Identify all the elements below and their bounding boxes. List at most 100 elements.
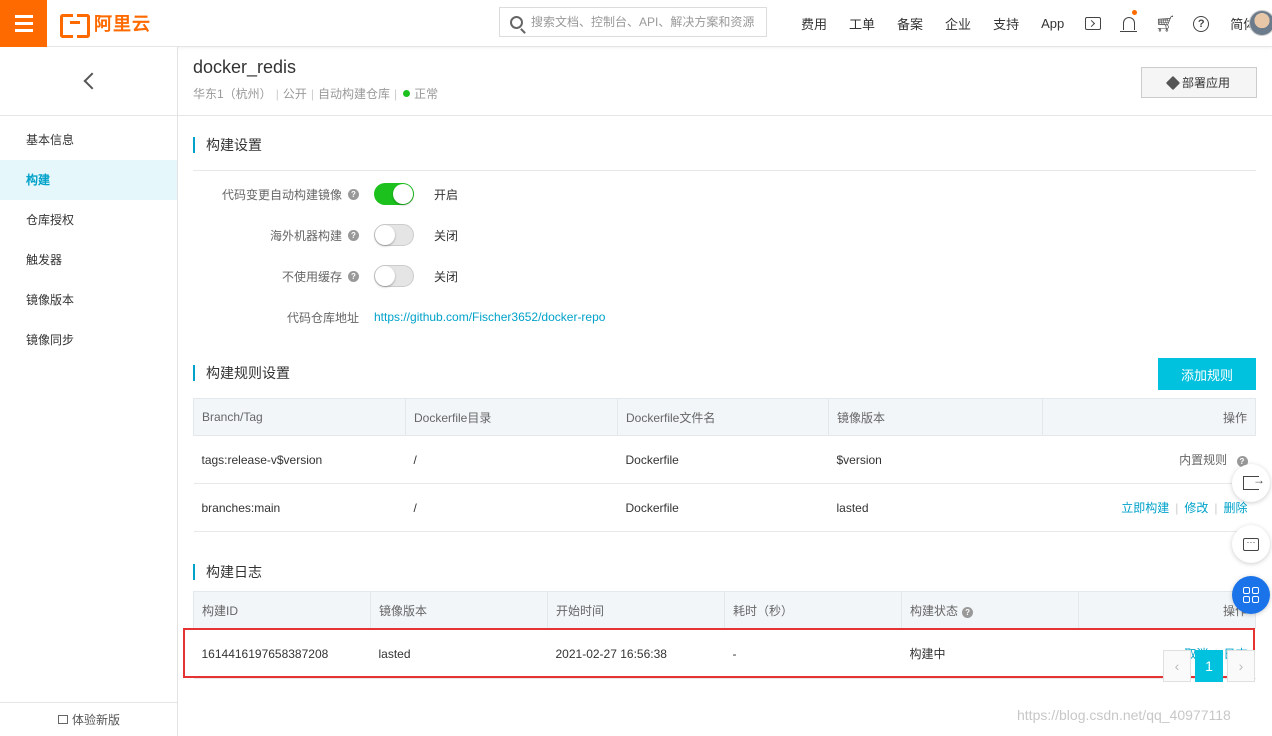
repo-region: 华东1（杭州） [193,87,272,101]
column-header: 镜像版本 [370,591,548,629]
overseas-build-toggle[interactable] [374,224,414,246]
back-button[interactable] [0,47,177,116]
question-icon[interactable]: ? [348,270,359,282]
overseas-build-row: 海外机器构建? 关闭 [193,223,458,247]
brand-logo[interactable]: 阿里云 [60,11,151,38]
rule-dir: / [405,435,618,484]
repo-url-row: 代码仓库地址 https://github.com/Fischer3652/do… [193,305,605,329]
column-header: Dockerfile目录 [405,398,618,436]
sidebar-item-basic-info[interactable]: 基本信息 [0,120,177,160]
notifications-button[interactable] [1111,0,1147,47]
menu-icon [14,15,33,18]
avatar[interactable] [1249,10,1272,36]
highlight-box [183,628,1255,678]
sidebar-item-triggers[interactable]: 触发器 [0,240,177,280]
repo-url-label: 代码仓库地址 [286,310,359,325]
column-header: 操作 [1042,398,1256,436]
column-header: 开始时间 [547,591,725,629]
add-rule-button[interactable]: 添加规则 [1158,358,1256,390]
search-input[interactable] [531,15,756,29]
build-log-title: 构建日志 [193,564,262,580]
column-header: 构建ID [193,591,371,629]
deploy-app-button[interactable]: 部署应用 [1141,67,1257,98]
question-icon[interactable]: ? [962,606,974,618]
nav-support[interactable]: 支持 [982,14,1030,33]
no-cache-toggle[interactable] [374,265,414,287]
page-button[interactable]: 1 [1195,650,1223,682]
chat-icon: ··· [1243,537,1259,551]
next-page-button[interactable]: › [1227,650,1255,682]
nav-app[interactable]: App [1030,16,1075,31]
rule-branch: tags:release-v$version [193,435,406,484]
column-header: 构建状态? [901,591,1079,629]
repo-meta: 华东1（杭州） | 公开 | 自动构建仓库 | 正常 [193,86,439,102]
edit-link[interactable]: 修改 [1184,501,1208,515]
repo-url-link[interactable]: https://github.com/Fischer3652/docker-re… [374,310,605,324]
no-cache-state: 关闭 [434,269,459,284]
search-box[interactable] [499,7,767,37]
nav-fees[interactable]: 费用 [790,14,838,33]
help-icon: ? [1193,15,1210,32]
table-row: tags:release-v$version / Dockerfile $ver… [193,435,1256,484]
try-new-version-button[interactable]: 体验新版 [0,702,178,736]
table-row: branches:main / Dockerfile lasted 立即构建 | 修… [193,483,1256,532]
auto-build-toggle[interactable] [374,183,414,205]
table-header: Branch/Tag Dockerfile目录 Dockerfile文件名 镜像… [193,398,1256,436]
overseas-build-label: 海外机器构建 [269,228,342,243]
column-header: 镜像版本 [828,398,1043,436]
float-chat-button[interactable]: ··· [1232,525,1270,563]
sidebar: 基本信息 构建 仓库授权 触发器 镜像版本 镜像同步 体验新版 [0,47,178,736]
delete-link[interactable]: 删除 [1223,501,1247,515]
cube-icon [1165,75,1181,90]
rule-ops: 立即构建 | 修改 | 删除 [1042,483,1256,532]
auto-build-label: 代码变更自动构建镜像 [221,187,342,202]
build-now-link[interactable]: 立即构建 [1121,501,1169,515]
no-cache-row: 不使用缓存? 关闭 [193,264,458,288]
brand-name: 阿里云 [94,14,151,34]
aliyun-logo-icon [60,14,90,38]
column-header: 耗时（秒） [724,591,902,629]
search-icon [510,15,523,29]
exit-icon [1243,473,1265,490]
cart-button[interactable]: 🛒︎ [1147,0,1183,47]
auto-build-state: 开启 [434,187,459,202]
page-title: docker_redis [193,57,297,77]
float-exit-button[interactable] [1232,464,1270,502]
build-rules-title: 构建规则设置 [193,365,290,381]
nav-tickets[interactable]: 工单 [838,14,886,33]
terminal-icon [1085,17,1102,30]
nav-icp[interactable]: 备案 [886,14,934,33]
sidebar-menu: 基本信息 构建 仓库授权 触发器 镜像版本 镜像同步 [0,116,177,360]
float-apps-button[interactable] [1232,576,1270,614]
repo-status: 正常 [414,87,439,101]
try-new-version-label: 体验新版 [71,713,120,727]
terminal-button[interactable] [1075,0,1111,47]
build-settings-title: 构建设置 [193,137,262,153]
rule-version: lasted [828,483,1043,532]
status-dot [403,90,411,97]
menu-button[interactable] [0,0,47,47]
help-button[interactable]: ? [1183,0,1219,47]
overseas-build-state: 关闭 [434,228,459,243]
column-header: 操作 [1078,591,1256,629]
window-icon [57,715,68,724]
sidebar-item-image-sync[interactable]: 镜像同步 [0,320,177,360]
column-header: Dockerfile文件名 [617,398,829,436]
bell-icon [1120,17,1138,32]
apps-icon [1243,587,1259,603]
main-content: docker_redis 华东1（杭州） | 公开 | 自动构建仓库 | 正常 … [178,47,1272,736]
notification-dot [1132,10,1138,15]
sidebar-item-image-versions[interactable]: 镜像版本 [0,280,177,320]
nav-enterprise[interactable]: 企业 [934,14,982,33]
page-header: docker_redis 华东1（杭州） | 公开 | 自动构建仓库 | 正常 … [178,47,1272,116]
top-bar: 阿里云 费用 工单 备案 企业 支持 App 🛒︎ ? 简体 [0,0,1272,47]
prev-page-button[interactable]: ‹ [1163,650,1191,682]
question-icon[interactable]: ? [348,229,359,241]
question-icon[interactable]: ? [348,188,359,200]
top-nav: 费用 工单 备案 企业 支持 App 🛒︎ ? 简体 [790,0,1267,47]
cart-icon: 🛒︎ [1155,15,1176,33]
sidebar-item-build[interactable]: 构建 [0,160,177,200]
repo-visibility: 公开 [282,87,307,101]
repo-type: 自动构建仓库 [317,87,390,101]
sidebar-item-repo-auth[interactable]: 仓库授权 [0,200,177,240]
